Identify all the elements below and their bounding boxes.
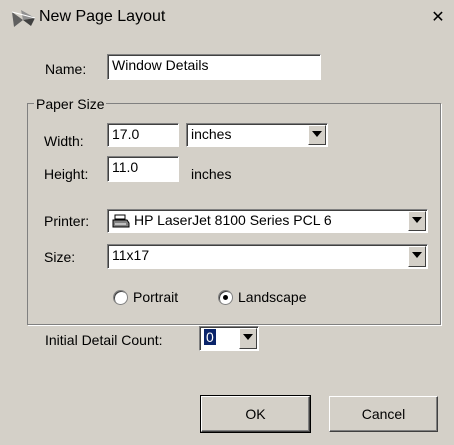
name-label: Name: bbox=[45, 61, 87, 77]
portrait-radio[interactable] bbox=[113, 290, 128, 305]
window-title: New Page Layout bbox=[39, 8, 166, 25]
detail-count-label: Initial Detail Count: bbox=[45, 332, 163, 348]
paper-size-legend: Paper Size bbox=[34, 96, 107, 112]
radio-selected-dot bbox=[223, 295, 228, 300]
cancel-button[interactable]: Cancel bbox=[329, 396, 438, 432]
ok-button-label: OK bbox=[245, 406, 266, 422]
printer-select[interactable]: HP LaserJet 8100 Series PCL 6 bbox=[107, 209, 428, 233]
landscape-label: Landscape bbox=[238, 289, 307, 305]
width-unit-dropdown-button[interactable] bbox=[308, 125, 326, 145]
printer-label: Printer: bbox=[44, 213, 90, 229]
height-value: 11.0 bbox=[112, 159, 139, 175]
width-unit-value: inches bbox=[191, 126, 232, 142]
title-bar: New Page Layout ✕ bbox=[0, 0, 454, 34]
chevron-down-icon bbox=[412, 252, 422, 258]
printer-value: HP LaserJet 8100 Series PCL 6 bbox=[134, 212, 332, 228]
size-dropdown-button[interactable] bbox=[408, 246, 426, 267]
height-input[interactable]: 11.0 bbox=[107, 156, 179, 182]
close-icon: ✕ bbox=[431, 9, 445, 26]
close-button[interactable]: ✕ bbox=[428, 8, 448, 28]
height-label: Height: bbox=[44, 166, 89, 182]
chevron-down-icon bbox=[412, 217, 422, 223]
landscape-radio[interactable] bbox=[218, 290, 233, 305]
size-select[interactable]: 11x17 bbox=[107, 244, 428, 269]
name-value: Window Details bbox=[112, 57, 209, 73]
portrait-label: Portrait bbox=[133, 289, 179, 305]
size-label: Size: bbox=[44, 249, 76, 265]
detail-count-dropdown-button[interactable] bbox=[239, 328, 257, 349]
printer-icon bbox=[112, 214, 130, 228]
cancel-button-label: Cancel bbox=[361, 406, 406, 422]
width-input[interactable]: 17.0 bbox=[107, 123, 179, 147]
detail-count-value: 0 bbox=[203, 328, 217, 346]
printer-dropdown-button[interactable] bbox=[408, 211, 426, 231]
width-value: 17.0 bbox=[112, 126, 140, 142]
layout-icon bbox=[11, 10, 36, 27]
ok-button[interactable]: OK bbox=[200, 395, 311, 433]
width-unit-select[interactable]: inches bbox=[186, 123, 328, 147]
chevron-down-icon bbox=[312, 131, 322, 137]
size-value: 11x17 bbox=[112, 247, 150, 263]
name-input[interactable]: Window Details bbox=[107, 54, 321, 80]
width-label: Width: bbox=[44, 133, 84, 149]
chevron-down-icon bbox=[243, 334, 253, 340]
detail-count-select[interactable]: 0 bbox=[199, 326, 259, 351]
height-unit-label: inches bbox=[191, 166, 232, 182]
